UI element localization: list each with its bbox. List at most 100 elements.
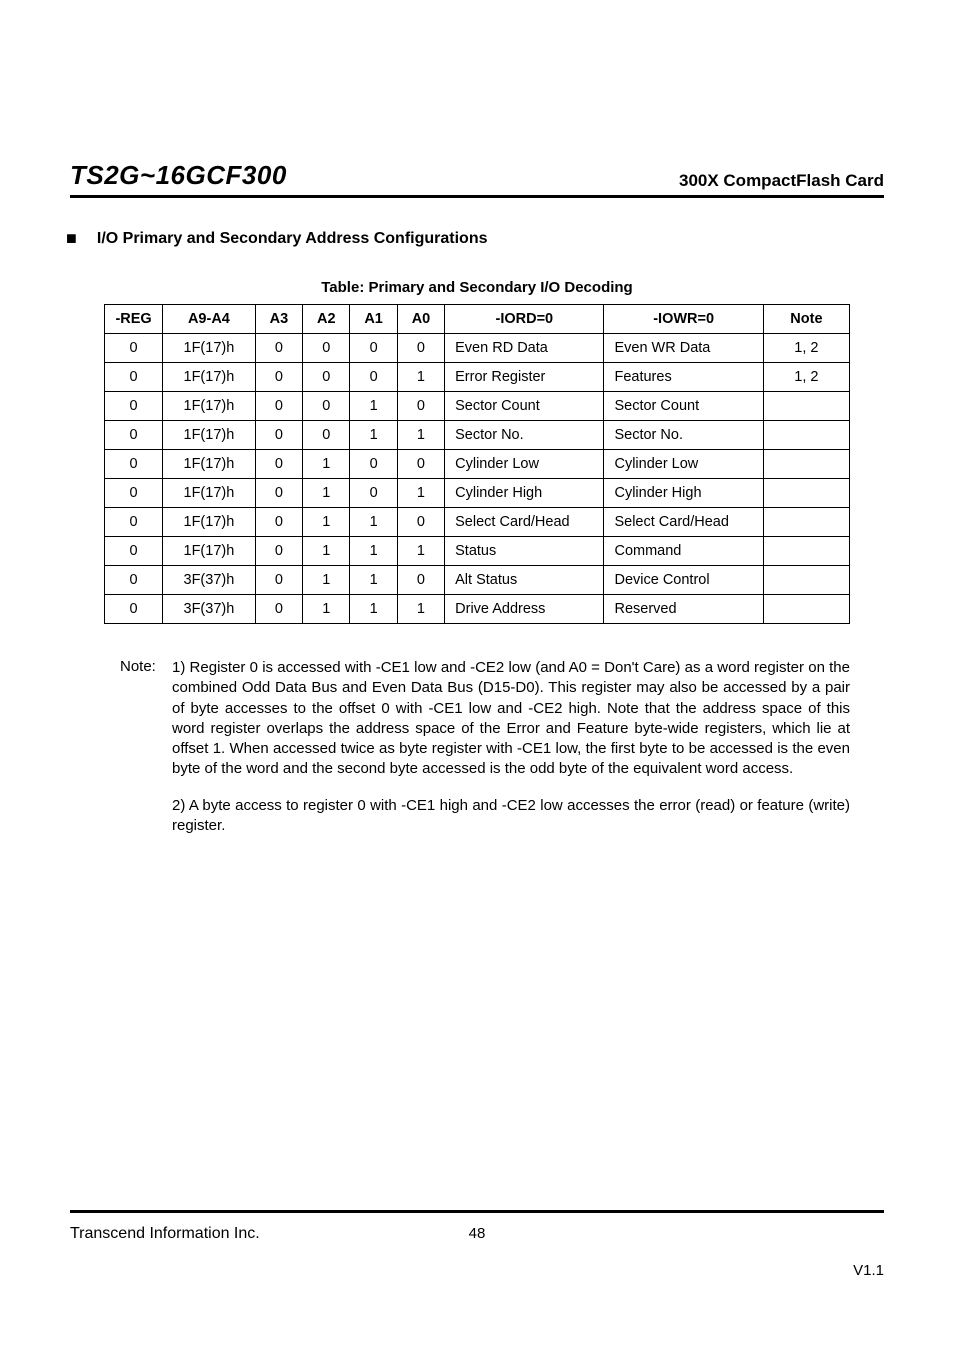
footer-divider bbox=[70, 1210, 884, 1213]
cell-iowr: Cylinder High bbox=[604, 479, 763, 508]
cell-note: 1, 2 bbox=[763, 334, 849, 363]
cell-iowr: Command bbox=[604, 537, 763, 566]
cell-note: 1, 2 bbox=[763, 363, 849, 392]
page-header: TS2G~16GCF300 300X CompactFlash Card bbox=[70, 160, 884, 198]
table-row: 01F(17)h0010Sector CountSector Count bbox=[105, 392, 850, 421]
notes-block: Note: 1) Register 0 is accessed with -CE… bbox=[70, 658, 884, 836]
company-name: Transcend Information Inc. bbox=[70, 1225, 260, 1243]
cell-a1: 1 bbox=[350, 537, 397, 566]
note-2-text: 2) A byte access to register 0 with -CE1… bbox=[172, 796, 850, 837]
note-1-row: Note: 1) Register 0 is accessed with -CE… bbox=[120, 658, 850, 780]
cell-a0: 0 bbox=[397, 334, 444, 363]
cell-reg: 0 bbox=[105, 363, 163, 392]
table-row: 01F(17)h0011Sector No.Sector No. bbox=[105, 421, 850, 450]
cell-a2: 1 bbox=[303, 479, 350, 508]
cell-iord: Even RD Data bbox=[445, 334, 604, 363]
table-body: 01F(17)h0000Even RD DataEven WR Data1, 2… bbox=[105, 334, 850, 624]
section-heading-row: ■ I/O Primary and Secondary Address Conf… bbox=[70, 228, 884, 249]
cell-note bbox=[763, 479, 849, 508]
cell-a1: 0 bbox=[350, 450, 397, 479]
square-bullet-icon: ■ bbox=[66, 228, 77, 249]
cell-a3: 0 bbox=[255, 566, 302, 595]
cell-reg: 0 bbox=[105, 421, 163, 450]
cell-reg: 0 bbox=[105, 334, 163, 363]
cell-a0: 0 bbox=[397, 450, 444, 479]
cell-a2: 1 bbox=[303, 566, 350, 595]
model-number: TS2G~16GCF300 bbox=[70, 160, 287, 191]
cell-a3: 0 bbox=[255, 508, 302, 537]
cell-reg: 0 bbox=[105, 537, 163, 566]
table-row: 01F(17)h0101Cylinder HighCylinder High bbox=[105, 479, 850, 508]
cell-a9a4: 1F(17)h bbox=[163, 421, 256, 450]
table-row: 03F(37)h0110Alt StatusDevice Control bbox=[105, 566, 850, 595]
cell-a3: 0 bbox=[255, 595, 302, 624]
cell-iord: Status bbox=[445, 537, 604, 566]
cell-a1: 1 bbox=[350, 595, 397, 624]
cell-note bbox=[763, 421, 849, 450]
cell-a2: 1 bbox=[303, 450, 350, 479]
th-iord: -IORD=0 bbox=[445, 305, 604, 334]
cell-a2: 1 bbox=[303, 595, 350, 624]
cell-iord: Cylinder High bbox=[445, 479, 604, 508]
page-content: TS2G~16GCF300 300X CompactFlash Card ■ I… bbox=[0, 0, 954, 1351]
cell-a9a4: 1F(17)h bbox=[163, 450, 256, 479]
cell-reg: 0 bbox=[105, 508, 163, 537]
cell-a0: 1 bbox=[397, 479, 444, 508]
cell-a0: 1 bbox=[397, 421, 444, 450]
cell-iord: Error Register bbox=[445, 363, 604, 392]
cell-a0: 0 bbox=[397, 508, 444, 537]
cell-iowr: Sector Count bbox=[604, 392, 763, 421]
cell-a9a4: 1F(17)h bbox=[163, 392, 256, 421]
cell-a1: 0 bbox=[350, 334, 397, 363]
note-1-text: 1) Register 0 is accessed with -CE1 low … bbox=[172, 658, 850, 780]
table-row: 01F(17)h0110Select Card/HeadSelect Card/… bbox=[105, 508, 850, 537]
cell-reg: 0 bbox=[105, 479, 163, 508]
cell-iord: Alt Status bbox=[445, 566, 604, 595]
cell-note bbox=[763, 508, 849, 537]
cell-note bbox=[763, 392, 849, 421]
cell-a3: 0 bbox=[255, 450, 302, 479]
cell-iowr: Cylinder Low bbox=[604, 450, 763, 479]
cell-a2: 0 bbox=[303, 363, 350, 392]
cell-a9a4: 1F(17)h bbox=[163, 537, 256, 566]
cell-a2: 0 bbox=[303, 334, 350, 363]
cell-note bbox=[763, 566, 849, 595]
table-row: 01F(17)h0111StatusCommand bbox=[105, 537, 850, 566]
th-a9a4: A9-A4 bbox=[163, 305, 256, 334]
table-row: 01F(17)h0001Error RegisterFeatures1, 2 bbox=[105, 363, 850, 392]
th-iowr: -IOWR=0 bbox=[604, 305, 763, 334]
section-title: I/O Primary and Secondary Address Config… bbox=[97, 230, 488, 248]
cell-a9a4: 3F(37)h bbox=[163, 595, 256, 624]
cell-a0: 1 bbox=[397, 537, 444, 566]
io-decoding-table: -REG A9-A4 A3 A2 A1 A0 -IORD=0 -IOWR=0 N… bbox=[104, 304, 850, 624]
cell-a3: 0 bbox=[255, 421, 302, 450]
cell-iowr: Select Card/Head bbox=[604, 508, 763, 537]
cell-a1: 1 bbox=[350, 421, 397, 450]
cell-a9a4: 3F(37)h bbox=[163, 566, 256, 595]
cell-reg: 0 bbox=[105, 450, 163, 479]
cell-a3: 0 bbox=[255, 537, 302, 566]
cell-a2: 0 bbox=[303, 392, 350, 421]
table-header-row: -REG A9-A4 A3 A2 A1 A0 -IORD=0 -IOWR=0 N… bbox=[105, 305, 850, 334]
cell-iord: Cylinder Low bbox=[445, 450, 604, 479]
cell-a2: 1 bbox=[303, 508, 350, 537]
cell-a0: 1 bbox=[397, 595, 444, 624]
cell-a2: 0 bbox=[303, 421, 350, 450]
cell-iowr: Features bbox=[604, 363, 763, 392]
cell-a0: 0 bbox=[397, 392, 444, 421]
cell-a9a4: 1F(17)h bbox=[163, 334, 256, 363]
cell-a9a4: 1F(17)h bbox=[163, 363, 256, 392]
cell-a9a4: 1F(17)h bbox=[163, 479, 256, 508]
cell-a1: 1 bbox=[350, 508, 397, 537]
cell-iord: Sector No. bbox=[445, 421, 604, 450]
table-row: 01F(17)h0100Cylinder LowCylinder Low bbox=[105, 450, 850, 479]
th-a0: A0 bbox=[397, 305, 444, 334]
th-note: Note bbox=[763, 305, 849, 334]
cell-iowr: Sector No. bbox=[604, 421, 763, 450]
cell-a1: 0 bbox=[350, 479, 397, 508]
cell-reg: 0 bbox=[105, 595, 163, 624]
cell-a3: 0 bbox=[255, 334, 302, 363]
cell-a0: 0 bbox=[397, 566, 444, 595]
cell-iowr: Device Control bbox=[604, 566, 763, 595]
cell-a3: 0 bbox=[255, 392, 302, 421]
